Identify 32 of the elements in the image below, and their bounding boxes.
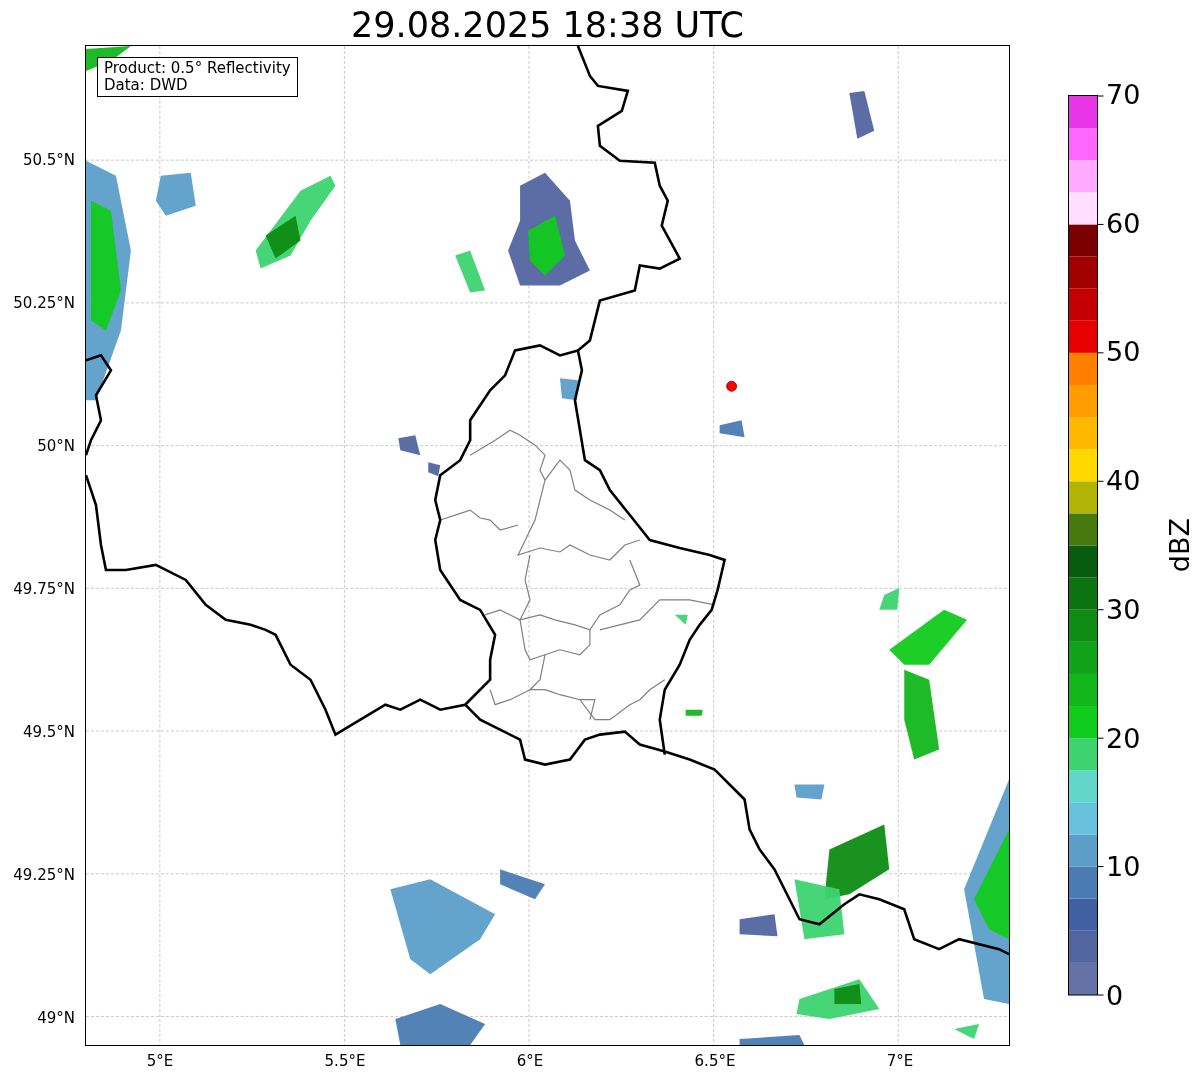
colorbar-label: dBZ	[1164, 518, 1195, 573]
colorbar-tick-label: 20	[1106, 723, 1141, 754]
axis-tick-label: 5.5°E	[324, 1052, 366, 1070]
colorbar-tick-label: 10	[1106, 852, 1141, 883]
axis-tick-label: 50.25°N	[13, 294, 75, 313]
tick-mark	[1097, 95, 1104, 97]
axis-tick-label: 7°E	[886, 1052, 914, 1070]
tick-mark	[1097, 866, 1104, 868]
chart-title: 29.08.2025 18:38 UTC	[350, 4, 745, 45]
colorbar-tick-label: 0	[1106, 981, 1124, 1011]
axis-tick-label: 49°N	[37, 1009, 75, 1028]
tick-mark	[1097, 609, 1104, 611]
tick-mark	[1097, 352, 1104, 354]
tick-mark	[1097, 994, 1104, 996]
axis-tick-label: 49.5°N	[22, 723, 75, 742]
axis-tick-label: 6.5°E	[694, 1052, 736, 1070]
axis-tick-label: 49.75°N	[13, 580, 75, 599]
axis-tick-label: 49.25°N	[13, 866, 75, 885]
axis-tick-label: 50°N	[37, 437, 75, 456]
tick-mark	[1097, 737, 1104, 739]
tick-mark	[1097, 480, 1104, 482]
axis-tick-label: 50.5°N	[22, 151, 75, 170]
tick-mark	[1097, 223, 1104, 225]
colorbar-tick-label: 60	[1106, 208, 1141, 239]
colorbar-tick-label: 70	[1106, 80, 1141, 110]
colorbar-tick-label: 50	[1106, 337, 1141, 368]
axis-tick-label: 6°E	[516, 1052, 544, 1070]
info-text: Product: 0.5° Reflectivity	[104, 60, 291, 77]
colorbar-tick-label: 30	[1106, 594, 1141, 625]
axis-tick-label: 5°E	[146, 1052, 174, 1070]
info-text: Data: DWD	[104, 77, 189, 94]
colorbar-tick-label: 40	[1106, 466, 1141, 497]
